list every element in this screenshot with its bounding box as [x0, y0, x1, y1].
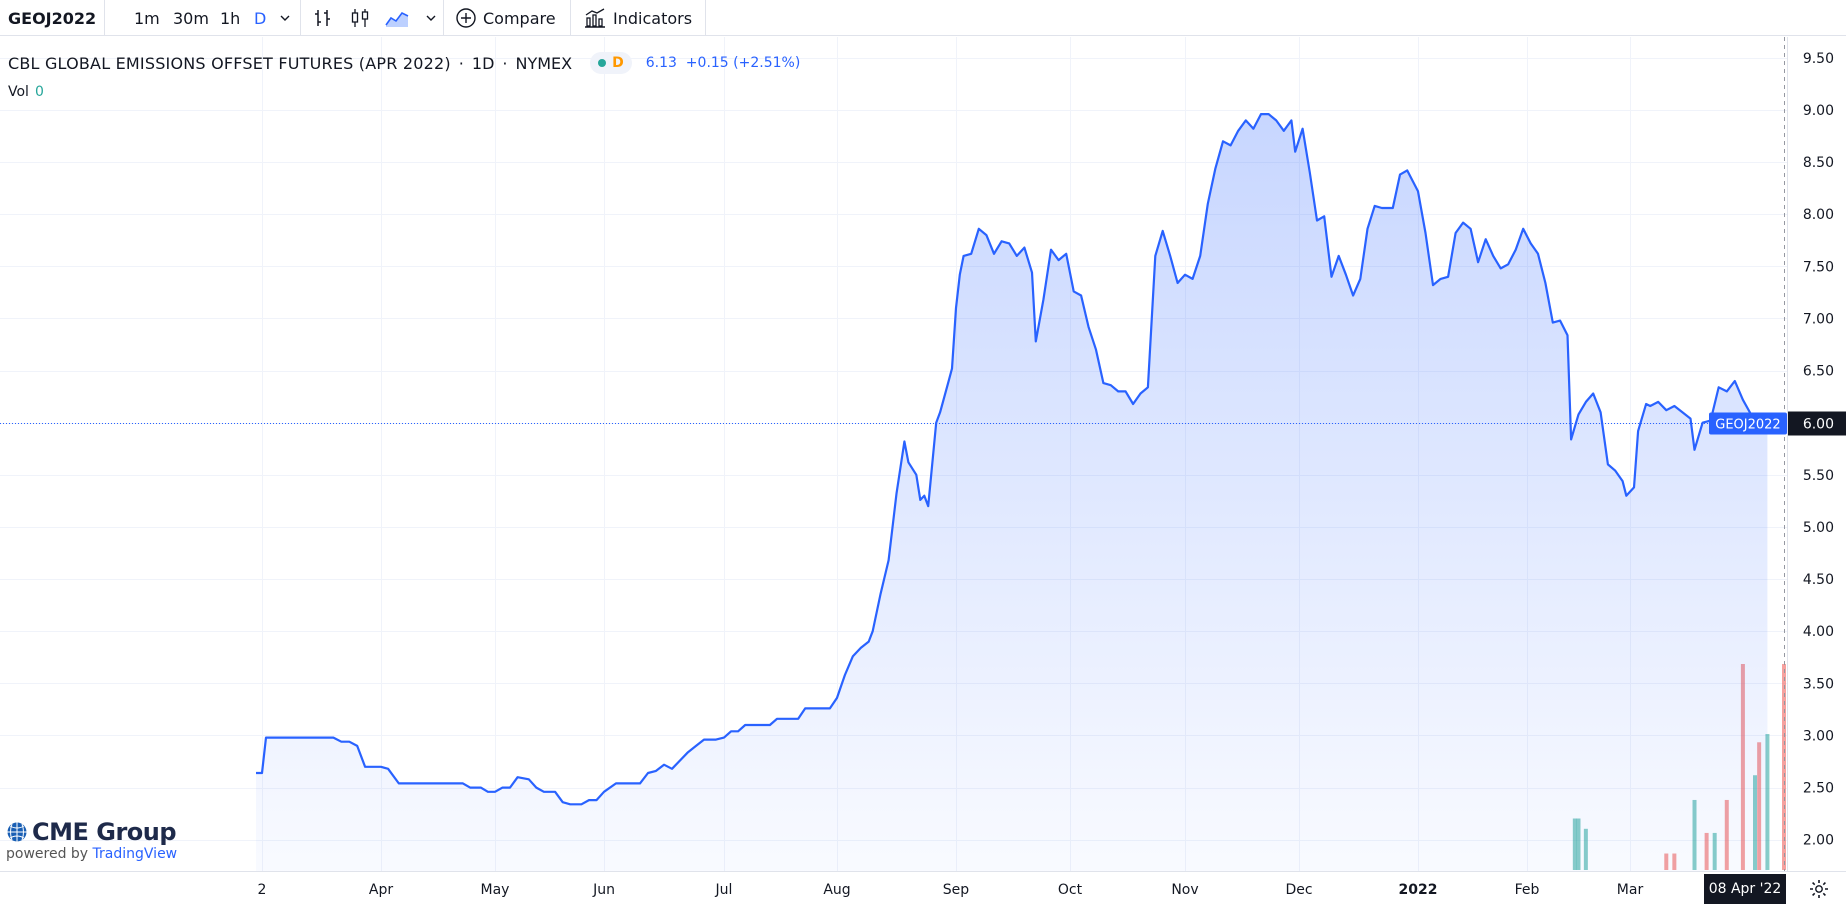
time-tick-label: Oct — [1058, 882, 1083, 898]
status-dot-icon — [598, 59, 607, 67]
time-tick-label: Sep — [943, 882, 970, 898]
price-tick-label: 9.50 — [1803, 51, 1834, 67]
symbol-price-tag-label: GEOJ2022 — [1715, 418, 1780, 433]
time-tick-label: Dec — [1285, 882, 1312, 898]
powered-by-text: powered by — [6, 846, 89, 862]
time-tick-label: May — [481, 882, 510, 898]
price-tick-label: 4.00 — [1803, 624, 1834, 640]
time-tick-label: Apr — [369, 882, 393, 898]
time-tick-label: Feb — [1515, 882, 1540, 898]
legend-separator: · — [502, 53, 508, 73]
time-tick-label: Jun — [592, 882, 615, 898]
price-tick-label: 3.00 — [1803, 728, 1834, 744]
price-tick-label: 8.50 — [1803, 155, 1834, 171]
price-tick-label: 5.00 — [1803, 520, 1834, 536]
price-tick-label: 3.50 — [1803, 676, 1834, 692]
market-status-badge[interactable]: D — [590, 52, 632, 74]
chart-settings-gear-icon[interactable] — [1806, 876, 1832, 902]
time-tick-label: Jul — [715, 882, 733, 898]
price-change: 6.13 +0.15 (+2.51%) — [645, 55, 801, 71]
time-tick-label: 2 — [258, 882, 267, 898]
exchange-label: NYMEX — [515, 53, 573, 73]
crosshair-date-label: 08 Apr '22 — [1704, 874, 1786, 904]
time-tick-label: 2022 — [1399, 882, 1438, 898]
cme-globe-icon — [6, 821, 28, 843]
last-price-labels: GEOJ2022 6.00 — [1709, 411, 1846, 436]
time-tick-label: Aug — [823, 882, 850, 898]
time-tick-label: Mar — [1617, 882, 1644, 898]
price-scale[interactable]: 2.00 2.50 3.00 3.50 4.00 4.50 5.00 5.50 6.00 6.50… — [1803, 51, 1834, 849]
last-price-value: 6.00 — [1803, 417, 1834, 433]
price-tick-label: 2.00 — [1803, 833, 1834, 849]
time-tick-label: Nov — [1171, 882, 1198, 898]
volume-legend: Vol 0 — [8, 84, 44, 100]
tradingview-text: TradingView — [92, 846, 178, 862]
time-scale[interactable]: 2 Apr May Jun Jul Aug Sep Oct Nov Dec 2022 Feb Mar — [258, 882, 1644, 898]
volume-label: Vol — [8, 84, 29, 100]
price-tick-label: 7.00 — [1803, 311, 1834, 327]
delayed-indicator: D — [612, 55, 624, 71]
price-tick-label: 2.50 — [1803, 781, 1834, 797]
chart-legend: CBL GLOBAL EMISSIONS OFFSET FUTURES (APR… — [8, 52, 800, 74]
price-tick-label: 9.00 — [1803, 103, 1834, 119]
price-tick-label: 6.50 — [1803, 364, 1834, 380]
resolution-label: 1D — [471, 53, 495, 73]
price-tick-label: 5.50 — [1803, 468, 1834, 484]
price-tick-label: 7.50 — [1803, 259, 1834, 275]
legend-separator: · — [458, 53, 464, 73]
cme-group-text: CME Group — [32, 818, 177, 846]
price-tick-label: 8.00 — [1803, 207, 1834, 223]
price-chart[interactable]: 2.00 2.50 3.00 3.50 4.00 4.50 5.00 5.50 6.00 6.50… — [0, 0, 1846, 919]
price-area-fill — [256, 114, 1768, 872]
price-tick-label: 4.50 — [1803, 572, 1834, 588]
volume-value: 0 — [34, 84, 44, 100]
instrument-title[interactable]: CBL GLOBAL EMISSIONS OFFSET FUTURES (APR… — [8, 54, 451, 73]
cme-tradingview-logo[interactable]: CME Group powered by TradingView — [6, 818, 177, 862]
